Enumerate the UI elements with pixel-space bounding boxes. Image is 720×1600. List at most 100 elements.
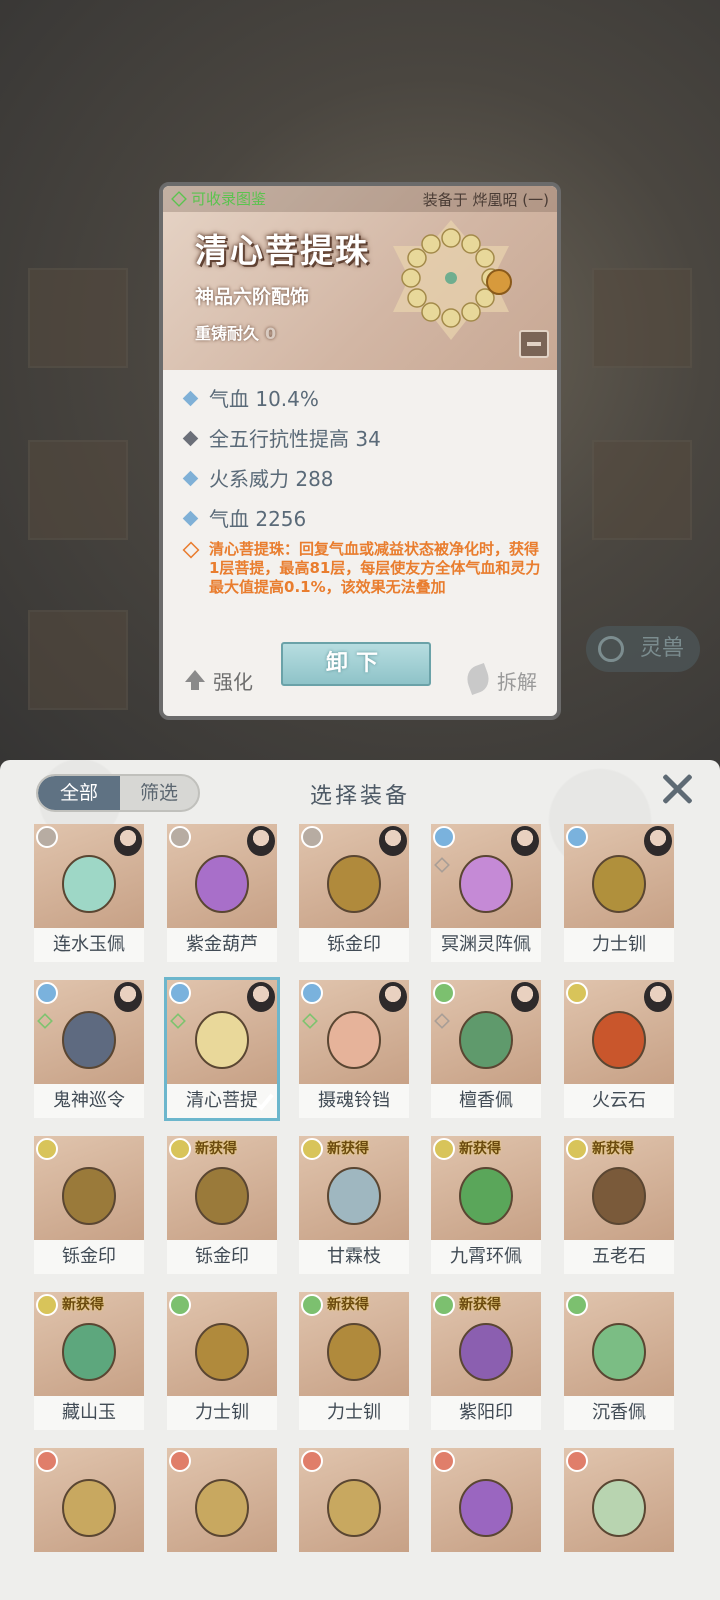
element-icon [566, 1294, 588, 1316]
element-icon [566, 982, 588, 1004]
element-icon [36, 1294, 58, 1316]
equipment-tile[interactable]: 力士钏 [564, 824, 674, 962]
owner-avatar [247, 826, 275, 856]
new-badge: 新获得 [62, 1297, 104, 1313]
equipment-tile[interactable]: 新获得藏山玉 [34, 1292, 144, 1430]
equipment-tile[interactable] [564, 1448, 674, 1586]
storage-chest-icon[interactable] [519, 330, 549, 358]
equipment-art [459, 1011, 513, 1069]
equipment-art [195, 855, 249, 913]
equipment-art [592, 1167, 646, 1225]
owner-avatar [247, 982, 275, 1012]
equipment-art [195, 1479, 249, 1537]
strengthen-label: 强化 [213, 670, 253, 694]
equipment-tile[interactable]: 摄魂铃铛 [299, 980, 409, 1118]
sheet-title: 选择装备 [309, 784, 410, 809]
equipment-tile[interactable]: 新获得 力士钏 [299, 1292, 409, 1430]
equipment-name: 冥渊灵阵佩 [431, 928, 541, 962]
bg-spirit-beast-pill: 灵兽 [586, 626, 700, 672]
element-icon [566, 1138, 588, 1160]
stat-line: 气血 10.4% [182, 382, 381, 422]
owner-avatar [379, 982, 407, 1012]
new-badge: 新获得 [195, 1141, 237, 1157]
new-badge: 新获得 [327, 1297, 369, 1313]
equipment-tile[interactable]: 冥渊灵阵佩 [431, 824, 541, 962]
durability-label: 重铸耐久 [195, 324, 260, 343]
stat-text: 气血 2256 [209, 507, 307, 531]
equipment-tile[interactable] [167, 1448, 277, 1586]
equipment-tile[interactable]: 紫金葫芦 [167, 824, 277, 962]
equipment-art [592, 855, 646, 913]
equipment-art [62, 1011, 116, 1069]
equipment-tile[interactable]: 铄金印 [299, 824, 409, 962]
bg-pill-label: 灵兽 [640, 636, 685, 661]
owner-avatar [114, 826, 142, 856]
equipment-art [195, 1011, 249, 1069]
element-icon [169, 1294, 191, 1316]
stat-line: 全五行抗性提高 34 [182, 422, 381, 462]
equipment-tile[interactable]: 力士钏 [167, 1292, 277, 1430]
equipped-on-label: 装备于 烨凰昭 (一) [422, 191, 549, 209]
equipment-tile[interactable] [299, 1448, 409, 1586]
dismantle-label: 拆解 [497, 670, 537, 694]
equipment-art [62, 855, 116, 913]
equipment-art [592, 1323, 646, 1381]
equipment-tile[interactable]: 新获得 铄金印 [167, 1136, 277, 1274]
equipment-art [327, 1167, 381, 1225]
item-detail-header: 可收录图鉴 装备于 烨凰昭 (一) 清心菩提珠 神品六阶配饰 重铸耐久 0 [163, 186, 557, 370]
equipment-name: 紫阳印 [431, 1396, 541, 1430]
owner-avatar [644, 826, 672, 856]
item-detail-card: 可收录图鉴 装备于 烨凰昭 (一) 清心菩提珠 神品六阶配饰 重铸耐久 0 气血 … [159, 182, 561, 720]
item-name: 清心菩提珠 [195, 231, 370, 270]
up-arrow-icon [185, 670, 205, 690]
bg-equipment-slot [28, 268, 128, 368]
equipment-tile[interactable]: 火云石 [564, 980, 674, 1118]
equipment-art [62, 1323, 116, 1381]
item-grade: 神品六阶配饰 [195, 286, 310, 308]
element-icon [301, 1450, 323, 1472]
element-icon [301, 982, 323, 1004]
equipment-tile[interactable] [34, 1448, 144, 1586]
equipment-name: 沉香佩 [564, 1396, 674, 1430]
passive-icon [182, 541, 200, 559]
element-icon [169, 1450, 191, 1472]
equipment-tile[interactable]: 新获得 紫阳印 [431, 1292, 541, 1430]
equipment-art [459, 1323, 513, 1381]
item-durability: 重铸耐久 0 [195, 320, 276, 344]
equipment-tile[interactable]: 新获得 甘霖枝 [299, 1136, 409, 1274]
owner-avatar [511, 982, 539, 1012]
item-stats: 气血 10.4% 全五行抗性提高 34 火系威力 288 气血 2256 [182, 382, 381, 542]
equipment-tile[interactable]: 鬼神巡令 [34, 980, 144, 1118]
element-icon [433, 826, 455, 848]
element-icon [301, 1294, 323, 1316]
strengthen-button[interactable]: 强化 [183, 666, 253, 695]
equipment-art [195, 1167, 249, 1225]
equipment-tile[interactable]: 铄金印 [34, 1136, 144, 1274]
bg-equipment-slot [28, 440, 128, 540]
bodhi-beads-image [393, 220, 512, 340]
close-button[interactable] [660, 772, 694, 806]
element-icon [433, 1294, 455, 1316]
element-icon [433, 1138, 455, 1160]
equipment-tile[interactable]: 沉香佩 [564, 1292, 674, 1430]
equipment-art [62, 1167, 116, 1225]
equipment-name: 檀香佩 [431, 1084, 541, 1118]
equipment-name: 藏山玉 [34, 1396, 144, 1430]
equipment-tile[interactable]: 新获得 九霄环佩 [431, 1136, 541, 1274]
equipment-name: 五老石 [564, 1240, 674, 1274]
equipment-tile[interactable] [431, 1448, 541, 1586]
equipment-tile[interactable]: 檀香佩 [431, 980, 541, 1118]
element-icon [433, 982, 455, 1004]
equipment-art [195, 1323, 249, 1381]
equipment-tile[interactable]: 连水玉佩 [34, 824, 144, 962]
unequip-button[interactable]: 卸下 [281, 642, 431, 686]
equipment-tile[interactable]: 清心菩提 [164, 977, 280, 1121]
owner-avatar [644, 982, 672, 1012]
equipment-tile[interactable]: 新获得 五老石 [564, 1136, 674, 1274]
equipment-art [327, 855, 381, 913]
equipment-name: 甘霖枝 [299, 1240, 409, 1274]
equipment-art [592, 1479, 646, 1537]
dismantle-button[interactable]: 拆解 [463, 663, 537, 695]
equipment-name: 摄魂铃铛 [299, 1084, 409, 1118]
element-icon [36, 826, 58, 848]
